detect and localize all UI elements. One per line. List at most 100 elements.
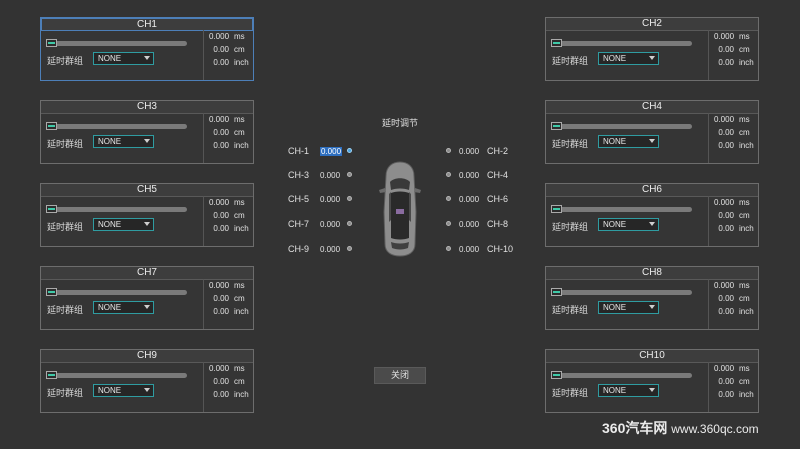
delay-values: 0.000 ms 0.00 cm 0.00 inch bbox=[708, 279, 758, 329]
delay-group-value: NONE bbox=[98, 386, 122, 395]
speaker-dot-ch-5[interactable] bbox=[347, 196, 352, 201]
inch-value[interactable]: 0.00 bbox=[714, 224, 734, 233]
delay-group-select[interactable]: NONE bbox=[598, 218, 659, 231]
cm-value[interactable]: 0.00 bbox=[714, 294, 734, 303]
inch-value[interactable]: 0.00 bbox=[209, 224, 229, 233]
delay-slider[interactable] bbox=[46, 205, 187, 213]
center-value-ch-8[interactable]: 0.000 bbox=[459, 220, 479, 229]
center-value-ch-2[interactable]: 0.000 bbox=[459, 147, 479, 156]
channel-panel-ch2: CH2 延时群组 NONE 0.000 ms 0.00 cm 0.00 inch bbox=[545, 17, 759, 81]
ms-value[interactable]: 0.000 bbox=[209, 198, 229, 207]
inch-value[interactable]: 0.00 bbox=[714, 58, 734, 67]
speaker-dot-ch-6[interactable] bbox=[446, 196, 451, 201]
center-value-ch-10[interactable]: 0.000 bbox=[459, 245, 479, 254]
inch-value[interactable]: 0.00 bbox=[209, 58, 229, 67]
speaker-dot-ch-4[interactable] bbox=[446, 172, 451, 177]
center-label-ch-6: CH-6 bbox=[487, 194, 509, 204]
slider-handle[interactable] bbox=[46, 288, 57, 296]
slider-handle[interactable] bbox=[46, 122, 57, 130]
ms-value[interactable]: 0.000 bbox=[209, 281, 229, 290]
channel-panel-ch9: CH9 延时群组 NONE 0.000 ms 0.00 cm 0.00 inch bbox=[40, 349, 254, 413]
delay-group-select[interactable]: NONE bbox=[93, 301, 154, 314]
center-value-ch-5[interactable]: 0.000 bbox=[320, 195, 340, 204]
speaker-dot-ch-8[interactable] bbox=[446, 221, 451, 226]
inch-unit: inch bbox=[739, 307, 754, 316]
inch-value[interactable]: 0.00 bbox=[209, 141, 229, 150]
speaker-dot-ch-7[interactable] bbox=[347, 221, 352, 226]
delay-slider[interactable] bbox=[551, 371, 692, 379]
speaker-dot-ch-3[interactable] bbox=[347, 172, 352, 177]
speaker-dot-ch-10[interactable] bbox=[446, 246, 451, 251]
center-value-ch-3[interactable]: 0.000 bbox=[320, 171, 340, 180]
cm-value[interactable]: 0.00 bbox=[714, 377, 734, 386]
ms-unit: ms bbox=[739, 32, 750, 41]
slider-handle[interactable] bbox=[46, 39, 57, 47]
ms-unit: ms bbox=[234, 32, 245, 41]
slider-handle[interactable] bbox=[551, 371, 562, 379]
slider-handle[interactable] bbox=[46, 371, 57, 379]
ms-value[interactable]: 0.000 bbox=[209, 32, 229, 41]
ms-unit: ms bbox=[739, 281, 750, 290]
slider-handle[interactable] bbox=[551, 288, 562, 296]
center-label-ch-8: CH-8 bbox=[487, 219, 509, 229]
center-title: 延时调节 bbox=[381, 118, 418, 128]
close-button[interactable]: 关闭 bbox=[374, 367, 426, 384]
center-value-ch-7[interactable]: 0.000 bbox=[320, 220, 340, 229]
ms-value[interactable]: 0.000 bbox=[714, 281, 734, 290]
ms-value[interactable]: 0.000 bbox=[714, 198, 734, 207]
center-value-ch-9[interactable]: 0.000 bbox=[320, 245, 340, 254]
ms-value[interactable]: 0.000 bbox=[714, 32, 734, 41]
cm-value[interactable]: 0.00 bbox=[714, 128, 734, 137]
center-value-ch-6[interactable]: 0.000 bbox=[459, 195, 479, 204]
delay-slider[interactable] bbox=[551, 122, 692, 130]
delay-group-label: 延时群组 bbox=[47, 139, 84, 149]
inch-value[interactable]: 0.00 bbox=[209, 390, 229, 399]
speaker-dot-ch-1[interactable] bbox=[347, 148, 352, 153]
delay-group-select[interactable]: NONE bbox=[598, 52, 659, 65]
cm-value[interactable]: 0.00 bbox=[209, 128, 229, 137]
delay-group-select[interactable]: NONE bbox=[93, 135, 154, 148]
cm-value[interactable]: 0.00 bbox=[209, 211, 229, 220]
center-value-ch-1[interactable]: 0.000 bbox=[320, 147, 343, 156]
slider-handle[interactable] bbox=[46, 205, 57, 213]
delay-group-select[interactable]: NONE bbox=[93, 218, 154, 231]
cm-value[interactable]: 0.00 bbox=[714, 211, 734, 220]
channel-panel-ch8: CH8 延时群组 NONE 0.000 ms 0.00 cm 0.00 inch bbox=[545, 266, 759, 330]
ms-value[interactable]: 0.000 bbox=[209, 115, 229, 124]
delay-slider[interactable] bbox=[46, 39, 187, 47]
speaker-dot-ch-9[interactable] bbox=[347, 246, 352, 251]
cm-value[interactable]: 0.00 bbox=[209, 45, 229, 54]
slider-handle[interactable] bbox=[551, 205, 562, 213]
inch-value[interactable]: 0.00 bbox=[209, 307, 229, 316]
ms-unit: ms bbox=[234, 198, 245, 207]
inch-value[interactable]: 0.00 bbox=[714, 307, 734, 316]
center-value-ch-4[interactable]: 0.000 bbox=[459, 171, 479, 180]
delay-slider[interactable] bbox=[46, 371, 187, 379]
inch-value[interactable]: 0.00 bbox=[714, 390, 734, 399]
inch-unit: inch bbox=[234, 58, 249, 67]
delay-group-select[interactable]: NONE bbox=[598, 384, 659, 397]
delay-group-select[interactable]: NONE bbox=[598, 135, 659, 148]
delay-slider[interactable] bbox=[46, 122, 187, 130]
ms-value[interactable]: 0.000 bbox=[714, 364, 734, 373]
delay-slider[interactable] bbox=[551, 288, 692, 296]
delay-values: 0.000 ms 0.00 cm 0.00 inch bbox=[708, 362, 758, 412]
ms-value[interactable]: 0.000 bbox=[714, 115, 734, 124]
delay-group-label: 延时群组 bbox=[47, 388, 84, 398]
delay-group-select[interactable]: NONE bbox=[93, 384, 154, 397]
slider-handle[interactable] bbox=[551, 39, 562, 47]
slider-handle[interactable] bbox=[551, 122, 562, 130]
speaker-dot-ch-2[interactable] bbox=[446, 148, 451, 153]
delay-slider[interactable] bbox=[551, 205, 692, 213]
ms-unit: ms bbox=[739, 198, 750, 207]
cm-unit: cm bbox=[234, 377, 245, 386]
cm-value[interactable]: 0.00 bbox=[714, 45, 734, 54]
delay-group-select[interactable]: NONE bbox=[598, 301, 659, 314]
cm-value[interactable]: 0.00 bbox=[209, 377, 229, 386]
cm-value[interactable]: 0.00 bbox=[209, 294, 229, 303]
delay-slider[interactable] bbox=[46, 288, 187, 296]
delay-group-select[interactable]: NONE bbox=[93, 52, 154, 65]
delay-slider[interactable] bbox=[551, 39, 692, 47]
inch-value[interactable]: 0.00 bbox=[714, 141, 734, 150]
ms-value[interactable]: 0.000 bbox=[209, 364, 229, 373]
